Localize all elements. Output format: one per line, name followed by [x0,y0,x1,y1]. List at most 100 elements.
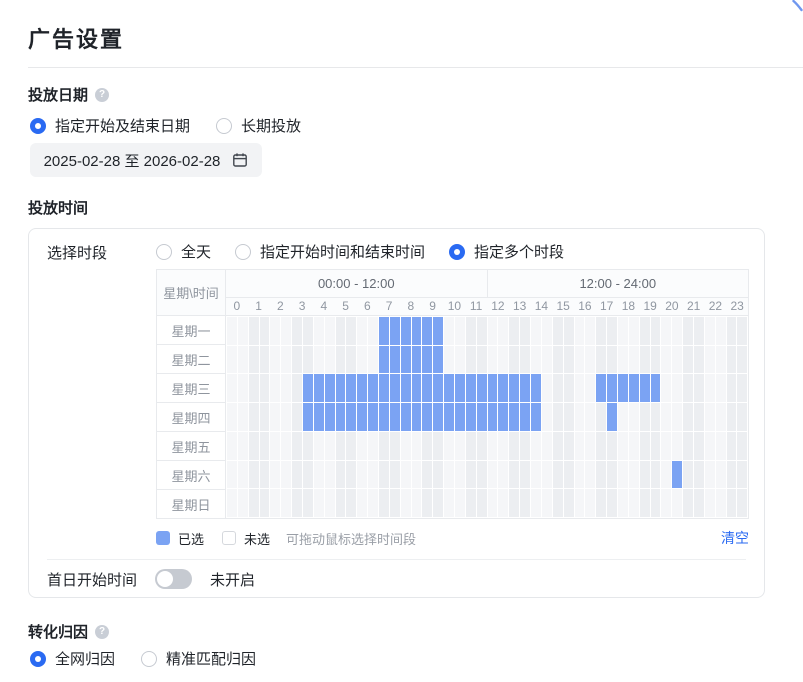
time-slot-selected[interactable] [422,374,432,402]
time-slot-selected[interactable] [325,374,335,402]
time-slot[interactable] [575,461,585,489]
time-slot[interactable] [379,432,389,460]
time-slot-selected[interactable] [390,403,400,431]
time-slot[interactable] [249,489,259,517]
time-slot[interactable] [727,489,737,517]
time-slot[interactable] [737,374,747,402]
time-slot[interactable] [422,432,432,460]
time-slot[interactable] [303,346,313,374]
time-slot[interactable] [455,346,465,374]
time-slot[interactable] [488,432,498,460]
time-slot[interactable] [260,346,270,374]
time-slot[interactable] [596,489,606,517]
time-slot[interactable] [596,346,606,374]
time-slot[interactable] [346,489,356,517]
time-slot[interactable] [694,403,704,431]
time-slot[interactable] [629,403,639,431]
time-slot-selected[interactable] [336,403,346,431]
time-slot[interactable] [292,432,302,460]
time-slot[interactable] [412,489,422,517]
time-slot[interactable] [618,432,628,460]
time-slot[interactable] [477,461,487,489]
time-slot[interactable] [672,489,682,517]
time-slot[interactable] [466,489,476,517]
time-slot[interactable] [542,489,552,517]
time-slot[interactable] [585,317,595,345]
time-slot[interactable] [249,346,259,374]
time-slot[interactable] [585,403,595,431]
time-slot[interactable] [270,346,280,374]
time-slot[interactable] [477,432,487,460]
time-slot[interactable] [618,461,628,489]
time-slot[interactable] [564,317,574,345]
time-slot[interactable] [575,346,585,374]
time-slot[interactable] [618,317,628,345]
time-slot[interactable] [694,374,704,402]
time-slot[interactable] [520,461,530,489]
time-slot-selected[interactable] [531,403,541,431]
time-slot[interactable] [520,489,530,517]
time-slot[interactable] [737,432,747,460]
time-slot[interactable] [683,374,693,402]
time-slot[interactable] [640,317,650,345]
time-slot-selected[interactable] [640,374,650,402]
time-slot-selected[interactable] [618,374,628,402]
time-slot[interactable] [705,489,715,517]
time-slot[interactable] [716,432,726,460]
time-slot-selected[interactable] [379,346,389,374]
time-slot[interactable] [575,403,585,431]
time-slot[interactable] [716,461,726,489]
time-slot[interactable] [270,374,280,402]
time-slot[interactable] [336,317,346,345]
time-slot[interactable] [292,317,302,345]
time-slot[interactable] [607,317,617,345]
time-slot[interactable] [683,461,693,489]
time-slot[interactable] [444,346,454,374]
time-slot[interactable] [564,432,574,460]
radio-unselected-icon[interactable] [141,651,157,667]
time-slot-selected[interactable] [401,403,411,431]
time-slot[interactable] [477,317,487,345]
time-slot-selected[interactable] [607,374,617,402]
time-slot[interactable] [672,317,682,345]
time-slot[interactable] [585,432,595,460]
time-slot[interactable] [705,432,715,460]
radio-option[interactable]: 精准匹配归因 [141,648,256,669]
time-slot[interactable] [564,489,574,517]
time-slot-selected[interactable] [433,346,443,374]
time-slot[interactable] [260,489,270,517]
time-slot[interactable] [683,317,693,345]
time-slot[interactable] [705,346,715,374]
time-slot[interactable] [542,317,552,345]
time-slot-selected[interactable] [488,403,498,431]
time-slot[interactable] [368,346,378,374]
time-slot[interactable] [553,489,563,517]
time-slot[interactable] [368,432,378,460]
time-slot-selected[interactable] [314,374,324,402]
time-slot[interactable] [455,317,465,345]
time-slot[interactable] [498,489,508,517]
time-slot-selected[interactable] [412,403,422,431]
time-slot[interactable] [433,461,443,489]
time-slot[interactable] [672,432,682,460]
time-slot[interactable] [314,346,324,374]
time-slot[interactable] [553,374,563,402]
time-slot[interactable] [651,317,661,345]
time-slot[interactable] [227,403,237,431]
time-slot[interactable] [238,317,248,345]
time-slot[interactable] [455,432,465,460]
first-day-toggle[interactable] [155,569,192,589]
time-slot[interactable] [357,489,367,517]
time-slot[interactable] [498,317,508,345]
time-slot-selected[interactable] [509,403,519,431]
radio-option[interactable]: 全天 [156,241,211,262]
time-slot[interactable] [227,461,237,489]
time-slot-selected[interactable] [412,346,422,374]
time-slot[interactable] [249,461,259,489]
time-slot[interactable] [292,461,302,489]
time-slot[interactable] [564,374,574,402]
time-slot[interactable] [346,346,356,374]
time-slot[interactable] [238,346,248,374]
time-slot[interactable] [227,346,237,374]
time-slot[interactable] [249,432,259,460]
